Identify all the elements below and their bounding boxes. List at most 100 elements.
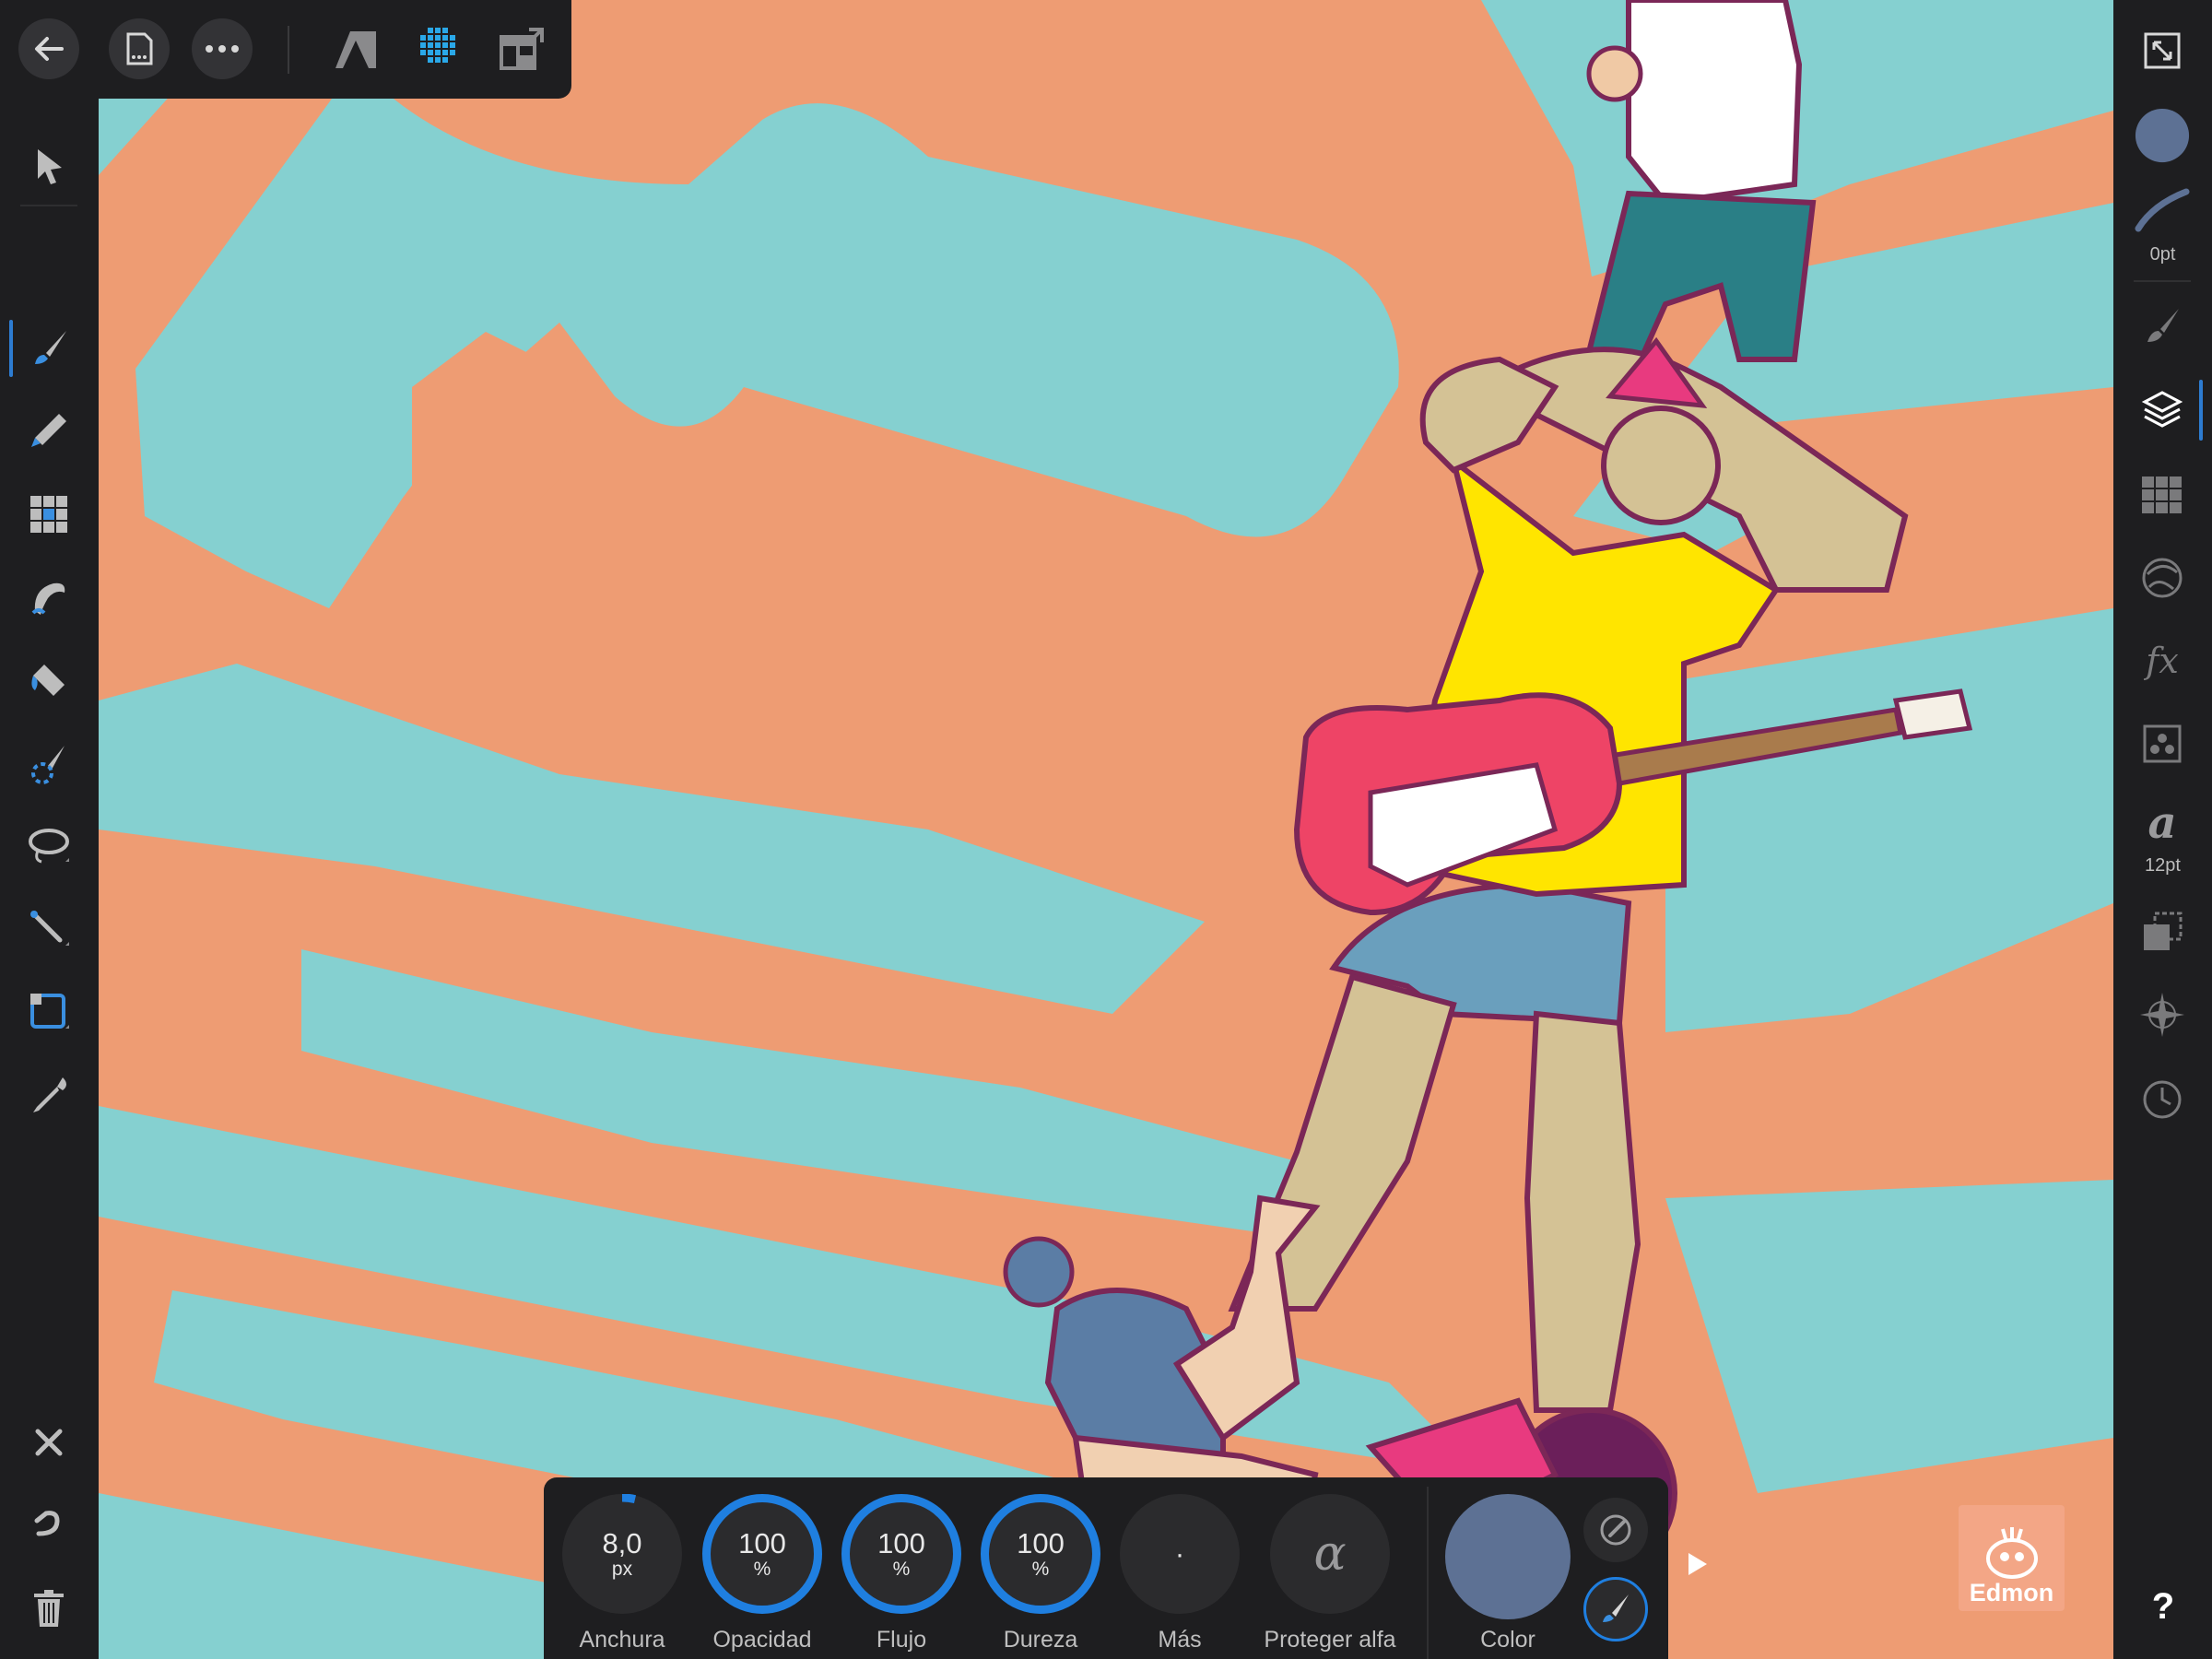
close-icon xyxy=(35,1429,63,1456)
hardness-label: Dureza xyxy=(1003,1627,1078,1653)
active-tool-indicator xyxy=(9,320,13,377)
panel-separator xyxy=(2134,280,2191,282)
back-icon xyxy=(35,37,64,61)
delete-icon xyxy=(34,1590,64,1627)
tools-panel xyxy=(0,99,99,1659)
flow-unit: % xyxy=(892,1559,911,1580)
effects-button[interactable]: fx xyxy=(2134,632,2191,689)
play-icon[interactable] xyxy=(1688,1553,1707,1575)
lasso-tool[interactable] xyxy=(20,818,77,875)
brush-mode-icon xyxy=(1603,1594,1629,1622)
active-panel-indicator xyxy=(2199,380,2203,441)
protect-alpha-button[interactable]: α xyxy=(1270,1494,1390,1614)
pixel-brush-tool[interactable] xyxy=(20,320,77,377)
fullscreen-button[interactable] xyxy=(2134,22,2191,79)
color-swatch[interactable] xyxy=(1445,1494,1571,1619)
opacity-dial[interactable]: 100 % xyxy=(702,1494,822,1614)
magic-wand-tool[interactable] xyxy=(20,900,77,958)
lasso-icon xyxy=(29,829,69,864)
more-button[interactable] xyxy=(192,18,253,79)
layers-button[interactable] xyxy=(2134,382,2191,439)
marquee-icon xyxy=(30,994,69,1029)
more-options-button[interactable]: · xyxy=(1120,1494,1240,1614)
pixel-persona-button[interactable] xyxy=(411,20,468,77)
bottom-separator xyxy=(1427,1487,1429,1659)
flow-value: 100 xyxy=(877,1527,925,1559)
brushes-button[interactable] xyxy=(2134,297,2191,354)
designer-persona-icon xyxy=(335,31,376,68)
brush-context-toolbar: 8,0 px Anchura 100 % Opacidad 100 % Fluj… xyxy=(544,1477,1668,1659)
move-tool-icon xyxy=(38,149,62,184)
stroke-width-label: 0pt xyxy=(2149,244,2176,265)
erase-brush-icon xyxy=(31,414,66,447)
mascot-icon xyxy=(1985,1527,2038,1579)
hardness-dial[interactable]: 100 % xyxy=(981,1494,1100,1614)
color-picker-icon xyxy=(33,1077,66,1112)
undo-icon xyxy=(34,1511,60,1536)
erase-brush-tool[interactable] xyxy=(20,403,77,460)
export-persona-icon xyxy=(500,28,544,70)
paint-mixer-icon xyxy=(31,746,65,784)
designer-persona-button[interactable] xyxy=(327,20,384,77)
undo-button[interactable] xyxy=(20,1497,77,1554)
paint-mixer-tool[interactable] xyxy=(20,735,77,792)
pixel-persona-icon xyxy=(420,28,455,63)
brush-mode-button[interactable] xyxy=(1583,1577,1648,1641)
color-label: Color xyxy=(1480,1627,1535,1653)
swatches-button[interactable] xyxy=(2134,466,2191,524)
flood-fill-tool[interactable] xyxy=(20,652,77,709)
alpha-icon: α xyxy=(1313,1526,1347,1582)
export-persona-button[interactable] xyxy=(493,20,550,77)
studio-panel: 0pt fx a 12pt xyxy=(2113,0,2212,1659)
close-button[interactable] xyxy=(20,1414,77,1471)
more-icon xyxy=(206,45,239,53)
pixel-grid-tool[interactable] xyxy=(20,486,77,543)
color-picker-tool[interactable] xyxy=(20,1066,77,1124)
styles-icon xyxy=(2143,724,2182,763)
toolbar-separator xyxy=(288,26,289,74)
navigator-button[interactable] xyxy=(2134,986,2191,1043)
move-tool[interactable] xyxy=(20,137,77,194)
opacity-unit: % xyxy=(753,1559,771,1580)
width-dial[interactable]: 8,0 px xyxy=(562,1494,682,1614)
stroke-button[interactable] xyxy=(2134,181,2191,238)
back-button[interactable] xyxy=(18,18,79,79)
brush-settings-icon xyxy=(1600,1514,1631,1546)
smudge-brush-tool[interactable] xyxy=(20,569,77,626)
protect-alpha-label: Proteger alfa xyxy=(1264,1627,1396,1653)
stroke-icon xyxy=(2135,188,2190,232)
history-button[interactable] xyxy=(2134,1071,2191,1128)
canvas[interactable] xyxy=(99,0,2113,1659)
marquee-tool[interactable] xyxy=(20,983,77,1041)
transform-icon xyxy=(2144,912,2183,950)
fill-color-button[interactable] xyxy=(2134,107,2191,164)
fill-color-icon xyxy=(2135,108,2190,163)
tools-separator xyxy=(20,205,77,206)
adjustments-icon xyxy=(2142,558,2183,598)
smudge-brush-icon xyxy=(31,582,65,615)
help-button[interactable]: ? xyxy=(2135,1578,2192,1635)
width-dial-ring xyxy=(621,1494,637,1504)
watermark-text: Edmon xyxy=(1969,1579,2054,1606)
artwork xyxy=(99,0,2113,1659)
opacity-label: Opacidad xyxy=(712,1627,812,1653)
more-label: Más xyxy=(1158,1627,1202,1653)
text-size-label: 12pt xyxy=(2145,855,2181,876)
top-toolbar xyxy=(0,0,571,99)
brush-settings-button[interactable] xyxy=(1583,1498,1648,1562)
layers-icon xyxy=(2141,391,2183,428)
adjustments-button[interactable] xyxy=(2134,549,2191,606)
document-icon xyxy=(126,32,153,65)
hardness-unit: % xyxy=(1031,1559,1050,1580)
flow-dial[interactable]: 100 % xyxy=(841,1494,961,1614)
width-label: Anchura xyxy=(579,1627,665,1653)
text-styles-icon: a xyxy=(2147,797,2177,849)
styles-button[interactable] xyxy=(2134,715,2191,772)
text-styles-button[interactable]: a xyxy=(2134,794,2191,852)
flood-fill-icon xyxy=(31,665,65,696)
delete-button[interactable] xyxy=(20,1580,77,1637)
transform-button[interactable] xyxy=(2134,903,2191,960)
brushes-icon xyxy=(2147,309,2179,342)
opacity-value: 100 xyxy=(738,1527,786,1559)
document-button[interactable] xyxy=(109,18,170,79)
